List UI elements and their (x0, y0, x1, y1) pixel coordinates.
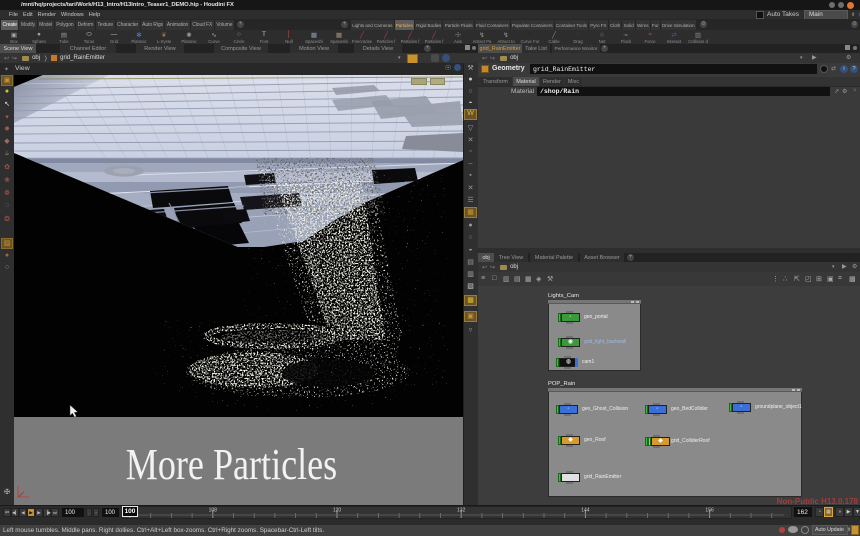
svg-text:156: 156 (705, 508, 714, 514)
svg-text:132: 132 (457, 508, 466, 514)
svg-text:120: 120 (333, 508, 342, 514)
svg-text:144: 144 (581, 508, 590, 514)
svg-text:108: 108 (209, 508, 218, 514)
